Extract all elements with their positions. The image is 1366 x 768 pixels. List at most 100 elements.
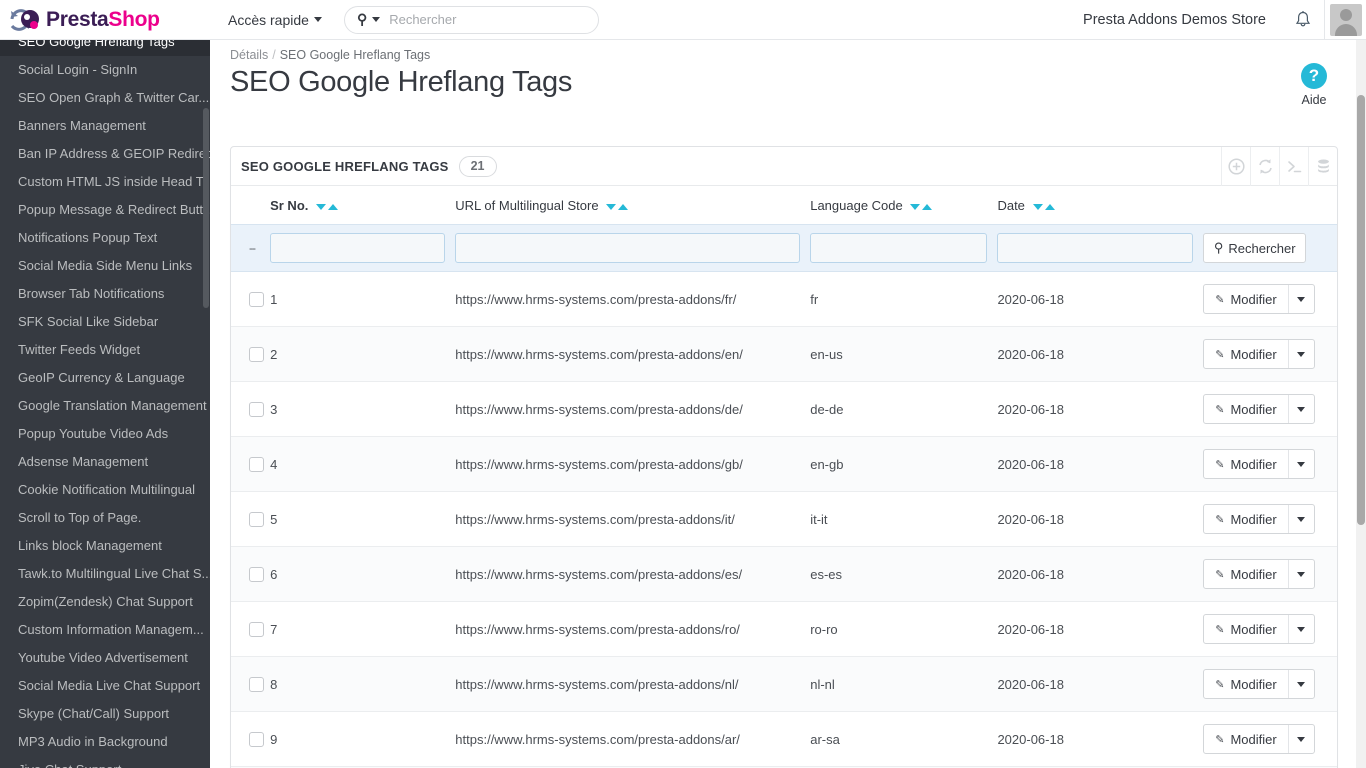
sidebar-item[interactable]: Zopim(Zendesk) Chat Support [0,588,210,616]
sidebar-item[interactable]: Popup Youtube Video Ads [0,420,210,448]
filter-date-input[interactable] [997,233,1194,263]
shop-name-label[interactable]: Presta Addons Demos Store [1067,12,1282,28]
sidebar-item[interactable]: Social Media Side Menu Links [0,252,210,280]
sort-desc-lang-icon[interactable] [910,204,921,210]
edit-button[interactable]: ✎ Modifier [1204,450,1287,478]
sidebar-item[interactable]: Google Translation Management [0,392,210,420]
row-checkbox[interactable] [249,566,264,582]
global-search[interactable]: ⚲ [343,5,599,34]
edit-button[interactable]: ✎ Modifier [1204,670,1287,698]
sidebar-item[interactable]: GeoIP Currency & Language [0,364,210,392]
edit-button[interactable]: ✎ Modifier [1204,560,1287,588]
filter-sr-input[interactable] [270,233,446,263]
prestashop-logo[interactable]: PrestaShop [0,0,210,40]
filter-lang-input[interactable] [810,233,988,263]
filter-url-input[interactable] [455,233,801,263]
edit-button[interactable]: ✎ Modifier [1204,395,1287,423]
sidebar-item[interactable]: Social Login - SignIn [0,56,210,84]
quick-access-menu[interactable]: Accès rapide [228,12,322,28]
row-checkbox[interactable] [249,731,264,747]
row-actions-dropdown[interactable] [1287,670,1314,698]
sort-asc-url-icon[interactable] [618,204,629,210]
panel-count-badge: 21 [458,155,497,177]
table-row[interactable]: 3 https://www.hrms-systems.com/presta-add… [231,382,1337,437]
th-language-code-label: Language Code [810,198,903,213]
edit-button[interactable]: ✎ Modifier [1204,615,1287,643]
page-scrollbar[interactable] [1356,40,1366,768]
user-avatar-button[interactable] [1324,0,1366,40]
sort-asc-date-icon[interactable] [1044,204,1055,210]
table-row[interactable]: 4 https://www.hrms-systems.com/presta-add… [231,436,1337,492]
cell-sr-no: 4 [270,456,278,472]
sidebar-item[interactable]: Links block Management [0,532,210,560]
row-checkbox[interactable] [249,621,264,637]
row-actions-dropdown[interactable] [1287,340,1314,368]
sidebar-item[interactable]: Custom HTML JS inside Head T... [0,168,210,196]
row-actions-dropdown[interactable] [1287,505,1314,533]
refresh-icon[interactable] [1250,147,1279,186]
sidebar-item[interactable]: Notifications Popup Text [0,224,210,252]
sidebar-item[interactable]: MP3 Audio in Background [0,728,210,756]
sidebar-scrollbar-thumb[interactable] [203,108,209,308]
sidebar-item[interactable]: Social Media Live Chat Support [0,672,210,700]
sidebar-item[interactable]: Popup Message & Redirect Butt... [0,196,210,224]
search-scope-chevron-down-icon[interactable] [372,17,381,22]
edit-button[interactable]: ✎ Modifier [1204,505,1287,533]
database-icon[interactable] [1308,147,1337,186]
notifications-bell-icon[interactable] [1282,10,1324,30]
row-actions-dropdown[interactable] [1287,615,1314,643]
sort-asc-lang-icon[interactable] [922,204,933,210]
sidebar-item[interactable]: SFK Social Like Sidebar [0,308,210,336]
sidebar-item[interactable]: Scroll to Top of Page. [0,504,210,532]
row-actions-dropdown[interactable] [1287,725,1314,753]
table-row[interactable]: 5 https://www.hrms-systems.com/presta-add… [231,492,1337,547]
edit-button[interactable]: ✎ Modifier [1204,340,1287,368]
sort-desc-sr-icon[interactable] [316,204,327,210]
edit-button[interactable]: ✎ Modifier [1204,285,1287,313]
table-row[interactable]: 8 https://www.hrms-systems.com/presta-add… [231,656,1337,712]
row-actions-dropdown[interactable] [1287,395,1314,423]
edit-button[interactable]: ✎ Modifier [1204,725,1287,753]
row-checkbox-cell [231,712,270,767]
sidebar-item[interactable]: Jivo Chat Support [0,756,210,768]
row-checkbox[interactable] [249,401,264,417]
breadcrumb-root[interactable]: Détails [230,48,268,62]
row-actions-dropdown[interactable] [1287,450,1314,478]
sidebar-item[interactable]: Custom Information Managem... [0,616,210,644]
sort-asc-sr-icon[interactable] [328,204,339,210]
search-filter-button[interactable]: ⚲ Rechercher [1203,233,1307,263]
sidebar-item[interactable]: Skype (Chat/Call) Support [0,700,210,728]
console-icon[interactable] [1279,147,1308,186]
sidebar-item[interactable]: Youtube Video Advertisement [0,644,210,672]
sort-desc-date-icon[interactable] [1032,204,1043,210]
sidebar-item[interactable]: SEO Open Graph & Twitter Car... [0,84,210,112]
table-row[interactable]: 6 https://www.hrms-systems.com/presta-add… [231,546,1337,602]
sidebar-item[interactable]: Cookie Notification Multilingual [0,476,210,504]
row-actions-dropdown[interactable] [1287,560,1314,588]
help-button[interactable]: ? Aide [1292,63,1336,107]
table-row[interactable]: 9 https://www.hrms-systems.com/presta-add… [231,712,1337,767]
table-row[interactable]: 2 https://www.hrms-systems.com/presta-add… [231,326,1337,382]
add-new-icon[interactable] [1221,147,1250,186]
sidebar-item[interactable]: Ban IP Address & GEOIP Redirect [0,140,210,168]
row-checkbox[interactable] [249,291,264,307]
table-row[interactable]: 7 https://www.hrms-systems.com/presta-add… [231,602,1337,657]
sidebar-item[interactable]: Banners Management [0,112,210,140]
row-actions-dropdown[interactable] [1287,285,1314,313]
row-checkbox[interactable] [249,346,264,362]
row-checkbox[interactable] [249,456,264,472]
sidebar-nav[interactable]: SEO Google Hreflang Tags Social Login - S… [0,28,210,768]
search-filter-label: Rechercher [1228,240,1296,256]
sidebar-item[interactable]: Tawk.to Multilingual Live Chat S... [0,560,210,588]
search-input[interactable] [389,12,570,27]
sidebar-item[interactable]: Adsense Management [0,448,210,476]
row-checkbox[interactable] [249,676,264,692]
sidebar-item[interactable]: Browser Tab Notifications [0,280,210,308]
row-checkbox-cell [231,602,270,657]
sidebar-item[interactable]: Twitter Feeds Widget [0,336,210,364]
table-row[interactable]: 1 https://www.hrms-systems.com/presta-add… [231,272,1337,327]
cell-date: 2020-06-18 [997,456,1064,472]
sort-desc-url-icon[interactable] [606,204,617,210]
page-scrollbar-thumb[interactable] [1357,95,1365,525]
row-checkbox[interactable] [249,511,264,527]
